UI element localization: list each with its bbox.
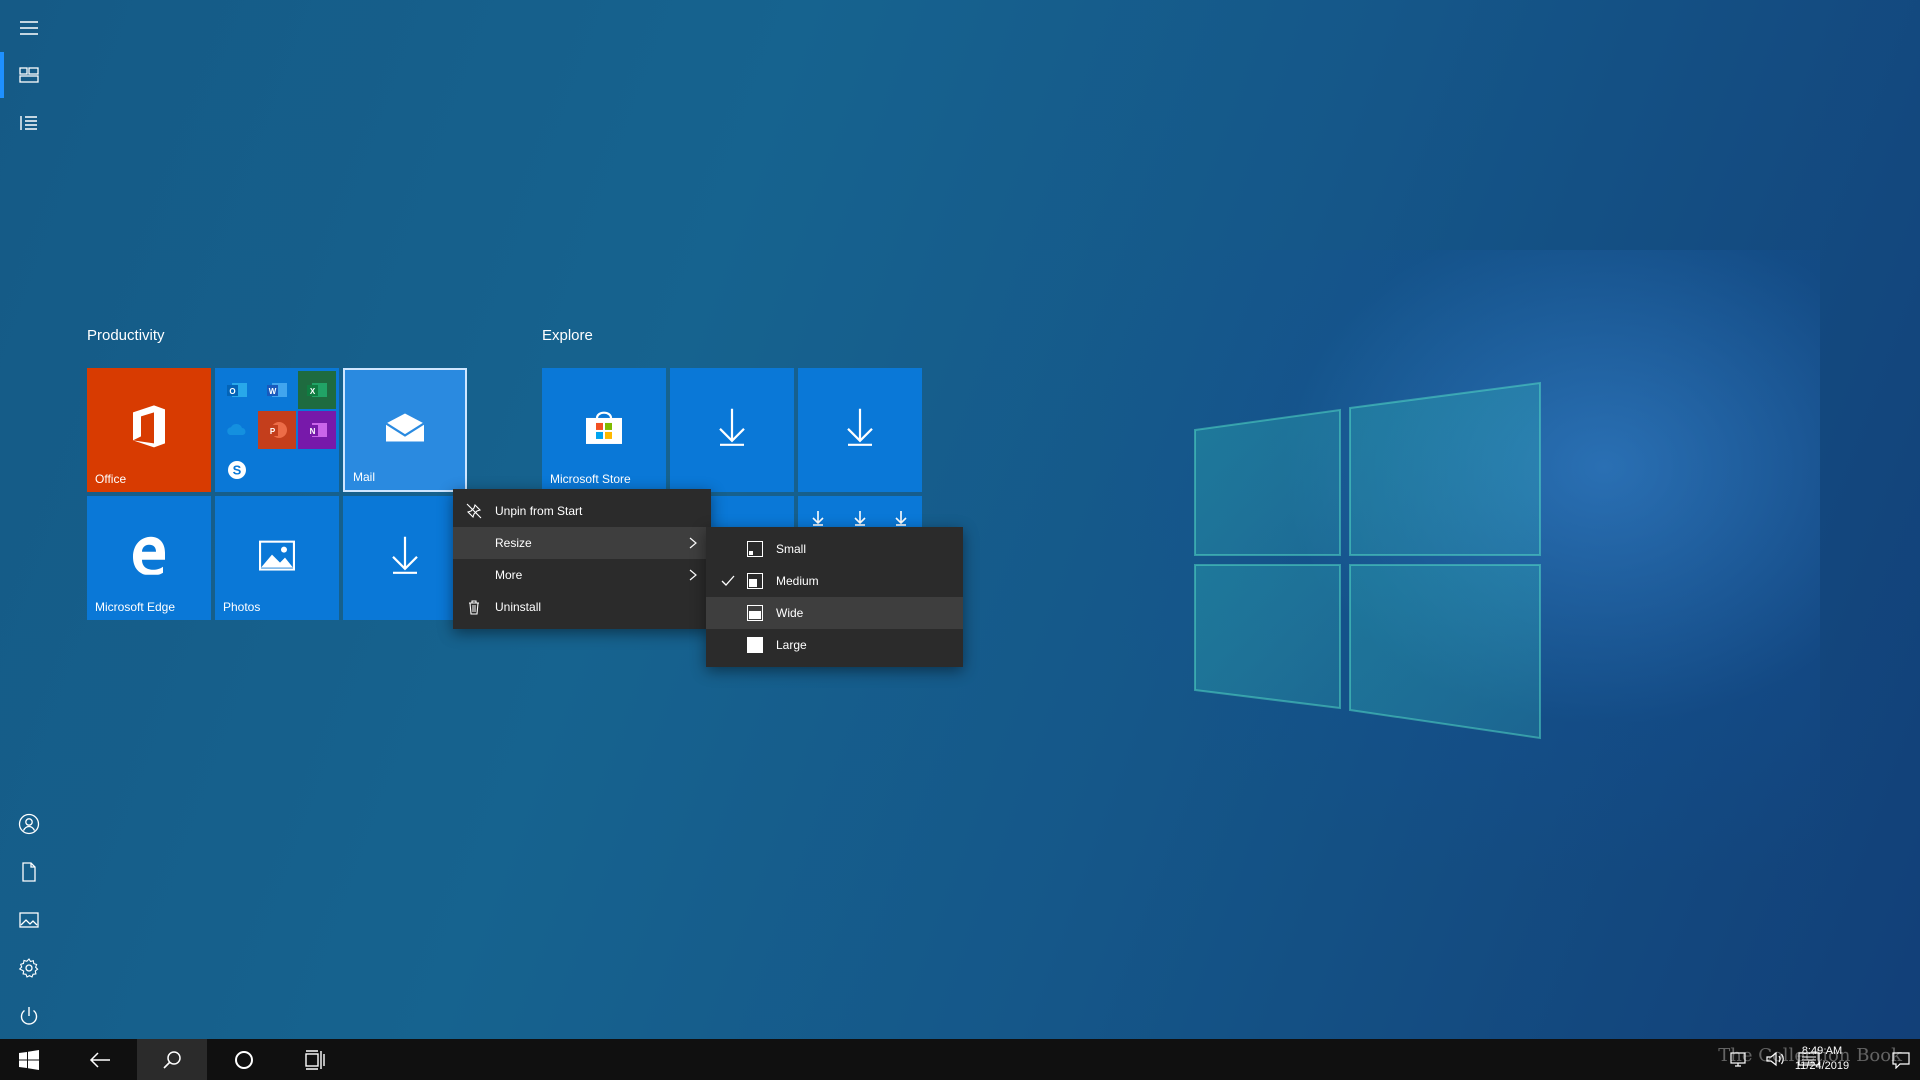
- size-small-icon: [747, 541, 763, 557]
- resize-option-medium[interactable]: Medium: [706, 565, 963, 597]
- svg-text:N: N: [310, 427, 316, 436]
- menu-item-unpin[interactable]: Unpin from Start: [453, 495, 711, 527]
- photos-icon: [259, 540, 295, 571]
- tile-pending-download[interactable]: [798, 368, 922, 492]
- size-medium-icon: [747, 573, 763, 589]
- cortana-icon: [235, 1050, 253, 1069]
- svg-text:P: P: [270, 427, 276, 436]
- task-view-icon: [305, 1049, 325, 1070]
- chevron-right-icon: [689, 537, 697, 549]
- skype-icon: S: [218, 451, 256, 489]
- tile-label: Office: [95, 472, 127, 486]
- settings-button[interactable]: [0, 945, 58, 991]
- task-view-button[interactable]: [281, 1039, 351, 1080]
- size-large-icon: [747, 637, 763, 653]
- trash-icon: [469, 600, 479, 615]
- tile-label: Mail: [353, 470, 376, 484]
- list-icon: [20, 116, 37, 130]
- onedrive-icon: [218, 411, 256, 449]
- mail-icon: [385, 413, 425, 442]
- search-button[interactable]: [137, 1039, 207, 1080]
- tile-photos[interactable]: Photos: [215, 496, 339, 620]
- system-tray: 8:49 AM 11/24/2019 The Collection Book: [1630, 1039, 1920, 1080]
- onenote-icon: N: [298, 411, 336, 449]
- gear-icon: [18, 958, 39, 978]
- menu-item-label: Resize: [495, 536, 532, 550]
- expand-menu-button[interactable]: [0, 5, 58, 51]
- resize-option-wide[interactable]: Wide: [706, 597, 963, 629]
- windows-logo-icon: [19, 1049, 39, 1070]
- documents-button[interactable]: [0, 849, 58, 895]
- edge-icon: [133, 536, 165, 575]
- group-title-explore[interactable]: Explore: [542, 327, 593, 344]
- tile-microsoft-store[interactable]: Microsoft Store: [542, 368, 666, 492]
- checkmark-icon: [721, 575, 735, 586]
- resize-option-small[interactable]: Small: [706, 533, 963, 565]
- powerpoint-icon: P: [258, 411, 296, 449]
- pictures-button[interactable]: [0, 897, 58, 943]
- tile-office[interactable]: Office: [87, 368, 211, 492]
- size-wide-icon: [747, 605, 763, 621]
- tile-label: Photos: [223, 600, 261, 614]
- menu-item-more[interactable]: More: [453, 559, 711, 591]
- back-button[interactable]: [65, 1039, 135, 1080]
- arrow-left-icon: [89, 1051, 110, 1068]
- svg-text:O: O: [229, 387, 235, 396]
- cortana-button[interactable]: [209, 1039, 279, 1080]
- menu-item-label: Uninstall: [495, 600, 542, 614]
- unpin-icon: [466, 503, 482, 519]
- svg-text:W: W: [269, 387, 277, 396]
- resize-submenu: Small Medium Wide Large: [706, 527, 963, 667]
- download-icon: [847, 408, 873, 446]
- menu-item-label: Unpin from Start: [495, 504, 583, 518]
- excel-icon: X: [298, 371, 336, 409]
- desktop: Productivity Office O W X P N S Mail Mic…: [0, 0, 1920, 1080]
- menu-item-label: Medium: [776, 574, 819, 588]
- menu-item-resize[interactable]: Resize: [453, 527, 711, 559]
- pinned-tiles-button[interactable]: [0, 52, 58, 98]
- picture-icon: [19, 912, 39, 928]
- download-icon: [895, 511, 907, 526]
- outlook-icon: O: [218, 371, 256, 409]
- tile-label: Microsoft Store: [550, 472, 631, 486]
- download-icon: [812, 511, 824, 526]
- start-left-rail: [0, 0, 58, 1039]
- tile-context-menu: Unpin from Start Resize More Uninstall: [453, 489, 711, 629]
- download-icon: [854, 511, 866, 526]
- all-apps-button[interactable]: [0, 100, 58, 146]
- store-icon: [586, 411, 622, 444]
- power-button[interactable]: [0, 993, 58, 1039]
- taskbar: 8:49 AM 11/24/2019 The Collection Book: [0, 1039, 1920, 1080]
- menu-item-label: Wide: [776, 606, 804, 620]
- word-icon: W: [258, 371, 296, 409]
- download-icon: [719, 408, 745, 446]
- office-icon: [133, 405, 165, 448]
- tiles-icon: [19, 67, 39, 83]
- hamburger-icon: [20, 21, 38, 35]
- document-icon: [22, 862, 36, 882]
- download-icon: [392, 536, 418, 574]
- menu-item-label: Small: [776, 542, 807, 556]
- group-title-productivity[interactable]: Productivity: [87, 327, 165, 344]
- tile-mail[interactable]: Mail: [343, 368, 467, 492]
- tile-microsoft-edge[interactable]: Microsoft Edge: [87, 496, 211, 620]
- resize-option-large[interactable]: Large: [706, 629, 963, 661]
- menu-item-uninstall[interactable]: Uninstall: [453, 591, 711, 623]
- power-icon: [20, 1007, 38, 1025]
- tile-pending-download[interactable]: [670, 368, 794, 492]
- chevron-right-icon: [689, 569, 697, 581]
- user-icon: [18, 813, 40, 835]
- start-button[interactable]: [0, 1039, 58, 1080]
- tile-office-apps-folder[interactable]: O W X P N S: [215, 368, 339, 492]
- tile-pending-download[interactable]: [343, 496, 467, 620]
- watermark: The Collection Book: [1718, 1045, 1902, 1066]
- search-icon: [163, 1050, 181, 1069]
- svg-text:X: X: [310, 387, 316, 396]
- menu-item-label: More: [495, 568, 523, 582]
- user-account-button[interactable]: [0, 801, 58, 847]
- tile-label: Microsoft Edge: [95, 600, 176, 614]
- menu-item-label: Large: [776, 638, 807, 652]
- svg-text:S: S: [233, 463, 242, 478]
